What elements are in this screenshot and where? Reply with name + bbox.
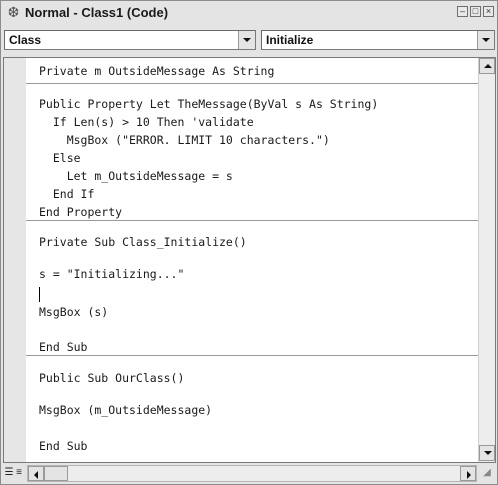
scroll-right-button[interactable] bbox=[460, 466, 476, 481]
maximize-button[interactable]: □ bbox=[470, 6, 481, 17]
close-button[interactable]: × bbox=[483, 6, 494, 17]
procedure-combo-value: Initialize bbox=[266, 33, 314, 47]
margin-indicator-bar[interactable] bbox=[4, 58, 26, 462]
resize-grip-icon[interactable]: ◢ bbox=[481, 467, 493, 479]
scroll-left-button[interactable] bbox=[28, 466, 44, 481]
combo-bar: Class Initialize bbox=[1, 25, 497, 55]
code-window: ❆ Normal - Class1 (Code) – □ × Class Ini… bbox=[0, 0, 498, 485]
chevron-down-icon bbox=[243, 38, 251, 42]
code-line: Public Sub OurClass() bbox=[39, 371, 185, 385]
horizontal-scroll-thumb[interactable] bbox=[44, 466, 68, 481]
code-line: End Sub bbox=[39, 340, 88, 354]
bottom-bar: ☰ ≡ ◢ bbox=[3, 464, 496, 483]
arrow-right-icon bbox=[467, 471, 471, 479]
procedure-combo[interactable]: Initialize bbox=[261, 30, 495, 50]
code-line: Private Sub Class_Initialize() bbox=[39, 235, 247, 249]
procedure-separator bbox=[26, 355, 478, 356]
code-line: MsgBox (s) bbox=[39, 305, 109, 319]
object-combo-value: Class bbox=[9, 33, 42, 47]
minimize-button[interactable]: – bbox=[457, 6, 468, 17]
code-area[interactable]: Private m OutsideMessage As String Publi… bbox=[26, 58, 478, 462]
scroll-down-button[interactable] bbox=[479, 445, 495, 461]
code-line: Public Property Let TheMessage(ByVal s A… bbox=[39, 97, 379, 111]
procedure-dropdown-button[interactable] bbox=[477, 31, 494, 49]
chevron-down-icon bbox=[482, 38, 490, 42]
title-bar[interactable]: ❆ Normal - Class1 (Code) – □ × bbox=[1, 1, 497, 24]
object-dropdown-button[interactable] bbox=[238, 31, 255, 49]
object-combo[interactable]: Class bbox=[4, 30, 256, 50]
window-title: Normal - Class1 (Code) bbox=[25, 5, 169, 20]
code-line: s = "Initializing..." bbox=[39, 267, 185, 281]
arrow-down-icon bbox=[484, 451, 492, 455]
code-line: End Sub bbox=[39, 439, 88, 453]
procedure-separator bbox=[26, 220, 478, 221]
arrow-left-icon bbox=[34, 471, 38, 479]
arrow-up-icon bbox=[484, 64, 492, 68]
scroll-up-button[interactable] bbox=[479, 58, 495, 74]
code-line: If Len(s) > 10 Then 'validate bbox=[39, 115, 254, 129]
procedure-view-button[interactable]: ☰ bbox=[4, 466, 14, 480]
code-line: Let m_OutsideMessage = s bbox=[39, 169, 233, 183]
code-line: MsgBox (m_OutsideMessage) bbox=[39, 403, 213, 417]
code-line: Else bbox=[39, 151, 81, 165]
code-line: Private m OutsideMessage As String bbox=[39, 64, 275, 78]
full-module-view-button[interactable]: ≡ bbox=[14, 466, 24, 480]
code-line: End Property bbox=[39, 205, 123, 219]
vertical-scrollbar[interactable] bbox=[478, 58, 495, 462]
module-icon: ❆ bbox=[7, 4, 20, 20]
code-line: MsgBox ("ERROR. LIMIT 10 characters.") bbox=[39, 133, 330, 147]
horizontal-scrollbar[interactable] bbox=[27, 465, 477, 482]
code-editor[interactable]: Private m OutsideMessage As String Publi… bbox=[3, 57, 496, 463]
code-line: End If bbox=[39, 187, 95, 201]
procedure-separator bbox=[26, 83, 478, 84]
text-caret bbox=[39, 287, 40, 302]
